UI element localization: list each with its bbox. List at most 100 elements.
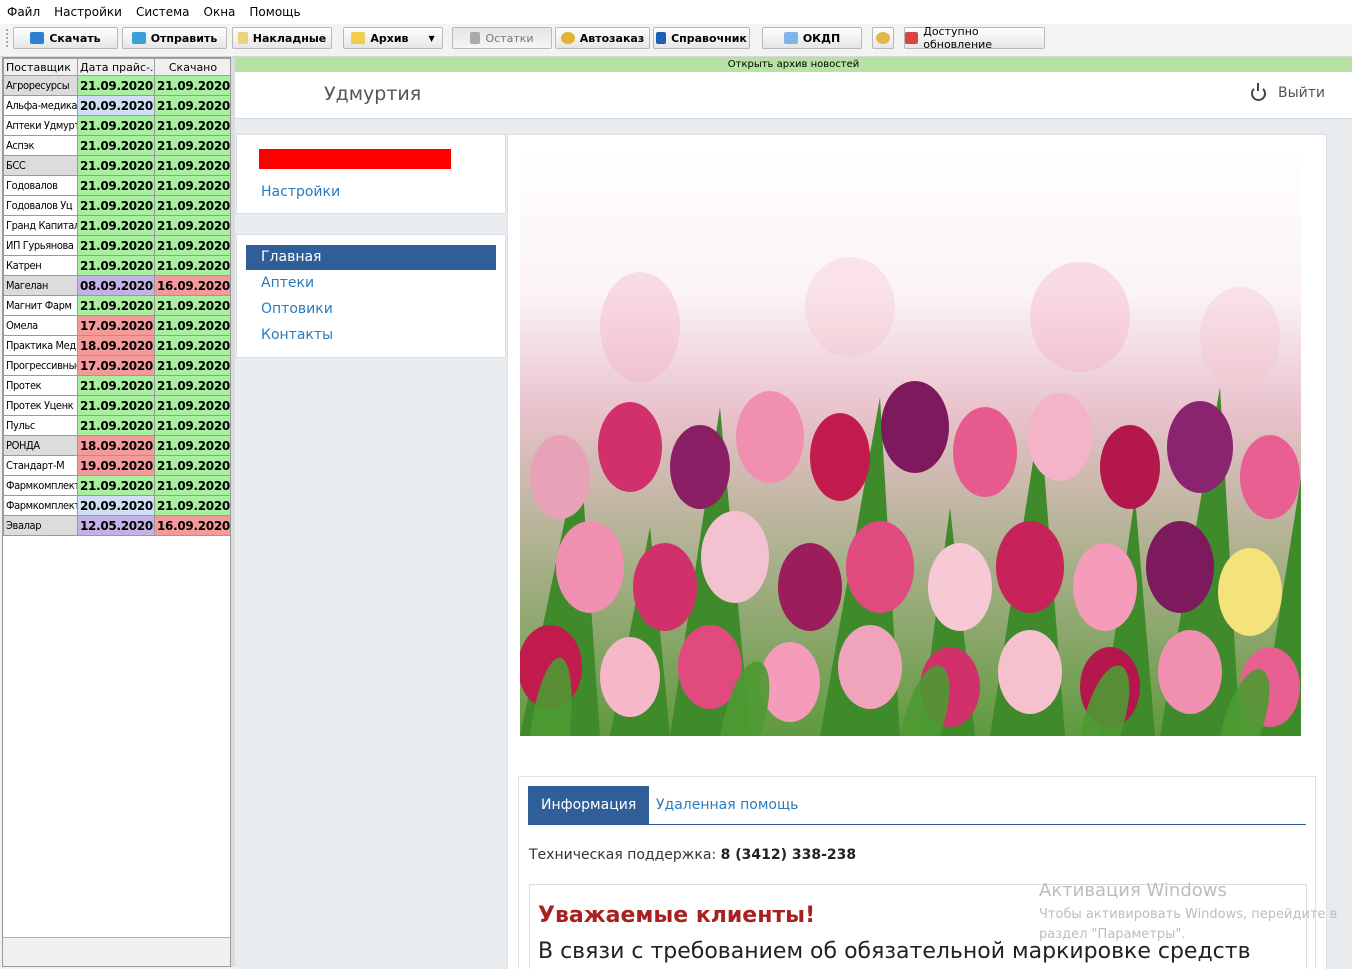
- table-row[interactable]: Протек Уценк21.09.2020 921.09.2020 9: [3, 395, 230, 416]
- update-button[interactable]: Доступно обновление: [904, 25, 1045, 51]
- price-date: 17.09.2020 1: [77, 315, 155, 336]
- download-date: 16.09.2020 1: [154, 515, 230, 536]
- users-button[interactable]: [872, 27, 894, 49]
- tab-remote-help[interactable]: Удаленная помощь: [643, 786, 811, 824]
- download-date: 21.09.2020 9: [154, 155, 230, 176]
- chevron-down-icon[interactable]: ▼: [429, 34, 435, 43]
- price-date: 21.09.2020 6: [77, 295, 155, 316]
- nav-item-home[interactable]: Главная: [246, 245, 496, 270]
- menu-file[interactable]: Файл: [0, 5, 47, 19]
- table-row[interactable]: Агроресурсы21.09.2020 521.09.2020 9: [3, 75, 230, 96]
- nav-item-contacts[interactable]: Контакты: [246, 323, 496, 348]
- column-downloaded[interactable]: Скачано: [154, 58, 230, 76]
- nav-card: Главная Аптеки Оптовики Контакты: [236, 234, 506, 358]
- invoices-button[interactable]: Накладные: [232, 27, 332, 49]
- table-row[interactable]: Годовалов Уц21.09.2020 921.09.2020 9: [3, 195, 230, 216]
- price-date: 21.09.2020 9: [77, 395, 155, 416]
- column-supplier[interactable]: Поставщик: [3, 58, 78, 76]
- folder-icon: [351, 32, 366, 44]
- price-date: 21.09.2020 8: [77, 415, 155, 436]
- nav-item-wholesalers[interactable]: Оптовики: [246, 297, 496, 322]
- table-row[interactable]: ИП Гурьянова21.09.2020 121.09.2020 9: [3, 235, 230, 256]
- table-row[interactable]: Гранд Капитал21.09.2020 721.09.2020 9: [3, 215, 230, 236]
- nav-item-pharmacies[interactable]: Аптеки: [246, 271, 496, 296]
- directory-button[interactable]: Справочник: [653, 27, 750, 49]
- download-date: 21.09.2020 9: [154, 115, 230, 136]
- price-date: 21.09.2020 7: [77, 475, 155, 496]
- table-row[interactable]: Магнит Фарм21.09.2020 621.09.2020 9: [3, 295, 230, 316]
- news-archive-link[interactable]: Открыть архив новостей: [235, 57, 1352, 73]
- download-date: 21.09.2020 9: [154, 335, 230, 356]
- table-row[interactable]: Омела17.09.2020 121.09.2020 9: [3, 315, 230, 336]
- update-icon: [905, 32, 919, 44]
- logout-button[interactable]: Выйти: [1250, 82, 1325, 101]
- web-content: Открыть архив новостей Удмуртия Выйти На…: [235, 57, 1352, 969]
- price-date: 17.09.2020 1: [77, 355, 155, 376]
- column-price-date[interactable]: Дата прайс-...: [77, 58, 155, 76]
- price-date: 19.09.2020 6: [77, 455, 155, 476]
- site-header: Удмуртия Выйти: [235, 72, 1352, 119]
- table-row[interactable]: Альфа-медика20.09.2020 221.09.2020 9: [3, 95, 230, 116]
- price-date: 21.09.2020 7: [77, 115, 155, 136]
- download-date: 21.09.2020 9: [154, 175, 230, 196]
- table-row[interactable]: Прогрессивные17.09.2020 121.09.2020 9: [3, 355, 230, 376]
- price-date: 21.09.2020 4: [77, 155, 155, 176]
- table-row[interactable]: Аптеки Удмурт21.09.2020 721.09.2020 9: [3, 115, 230, 136]
- menu-windows[interactable]: Окна: [197, 5, 243, 19]
- download-date: 21.09.2020 9: [154, 295, 230, 316]
- table-row[interactable]: Магелан08.09.2020 116.09.2020 1: [3, 275, 230, 296]
- menu-bar: Файл Настройки Система Окна Помощь: [0, 0, 1352, 24]
- invoice-icon: [237, 32, 248, 44]
- download-date: 21.09.2020 9: [154, 395, 230, 416]
- price-date: 21.09.2020 9: [77, 175, 155, 196]
- book-icon: [656, 32, 667, 44]
- autoorder-button[interactable]: Автозаказ: [555, 27, 650, 49]
- supplier-name: Эвалар: [3, 515, 78, 536]
- okdp-button[interactable]: ОКДП: [762, 27, 862, 49]
- download-date: 21.09.2020 9: [154, 195, 230, 216]
- users-icon: [876, 32, 890, 44]
- price-date: 21.09.2020 7: [77, 215, 155, 236]
- tab-underline: [528, 824, 1306, 825]
- tab-information[interactable]: Информация: [528, 786, 650, 824]
- menu-settings[interactable]: Настройки: [47, 5, 129, 19]
- download-date: 21.09.2020 9: [154, 475, 230, 496]
- table-row[interactable]: Аспэк21.09.2020 821.09.2020 9: [3, 135, 230, 156]
- supplier-name: Магелан: [3, 275, 78, 296]
- supplier-name: Протек: [3, 375, 78, 396]
- download-date: 21.09.2020 9: [154, 455, 230, 476]
- download-button[interactable]: Скачать: [13, 27, 118, 49]
- price-date: 18.09.2020 1: [77, 335, 155, 356]
- notice-title: Уважаемые клиенты!: [538, 903, 816, 928]
- power-icon: [1250, 82, 1266, 101]
- table-row[interactable]: Фармкомплект21.09.2020 721.09.2020 9: [3, 475, 230, 496]
- table-row[interactable]: РОНДА18.09.2020 221.09.2020 9: [3, 435, 230, 456]
- table-row[interactable]: Пульс21.09.2020 821.09.2020 9: [3, 415, 230, 436]
- table-row[interactable]: Стандарт-М19.09.2020 621.09.2020 9: [3, 455, 230, 476]
- table-row[interactable]: Годовалов21.09.2020 921.09.2020 9: [3, 175, 230, 196]
- table-row[interactable]: БСС21.09.2020 421.09.2020 9: [3, 155, 230, 176]
- send-icon: [131, 32, 146, 44]
- download-date: 21.09.2020 9: [154, 215, 230, 236]
- price-date: 20.09.2020 1: [77, 495, 155, 516]
- settings-link[interactable]: Настройки: [261, 184, 340, 200]
- toolbar-grip[interactable]: [6, 29, 12, 47]
- price-date: 21.09.2020 8: [77, 135, 155, 156]
- archive-button[interactable]: Архив ▼: [343, 27, 443, 49]
- table-row[interactable]: Протек21.09.2020 921.09.2020 9: [3, 375, 230, 396]
- table-row[interactable]: Практика Мед18.09.2020 121.09.2020 9: [3, 335, 230, 356]
- supplier-name: Магнит Фарм: [3, 295, 78, 316]
- send-button[interactable]: Отправить: [122, 27, 227, 49]
- table-row[interactable]: Катрен21.09.2020 821.09.2020 9: [3, 255, 230, 276]
- support-label: Техническая поддержка:: [529, 847, 717, 863]
- supplier-name: ИП Гурьянова: [3, 235, 78, 256]
- supplier-name: Гранд Капитал: [3, 215, 78, 236]
- download-date: 21.09.2020 9: [154, 75, 230, 96]
- windows-activation-text: Чтобы активировать Windows, перейдите в …: [1039, 907, 1338, 942]
- table-row[interactable]: Эвалар12.05.2020 116.09.2020 1: [3, 515, 230, 536]
- menu-system[interactable]: Система: [129, 5, 197, 19]
- stock-button[interactable]: Остатки: [452, 27, 552, 49]
- menu-help[interactable]: Помощь: [242, 5, 307, 19]
- toolbar: Скачать Отправить Накладные Архив ▼ Оста…: [0, 24, 1352, 57]
- table-row[interactable]: Фармкомплект20.09.2020 121.09.2020 9: [3, 495, 230, 516]
